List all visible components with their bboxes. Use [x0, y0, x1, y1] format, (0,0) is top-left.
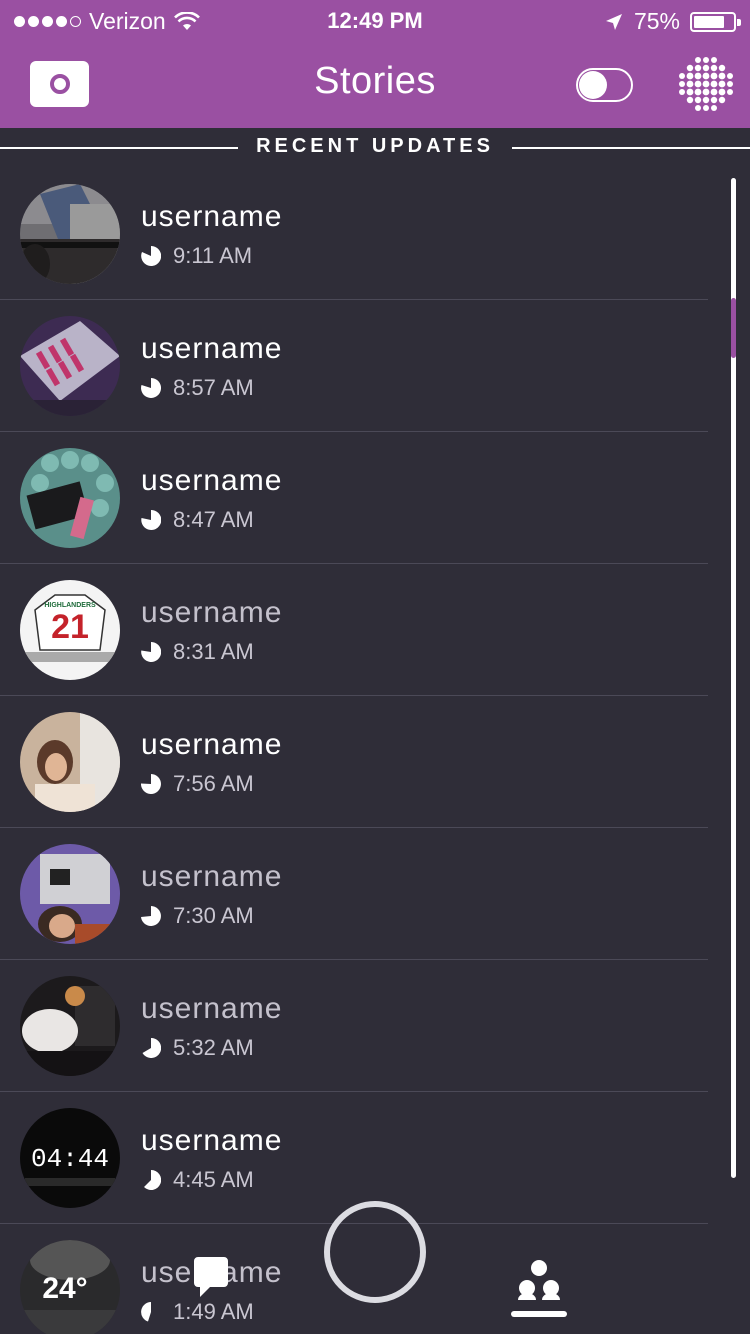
timer-icon [141, 1302, 151, 1322]
story-time-label: 9:11 AM [173, 243, 253, 268]
story-toggle[interactable] [576, 68, 633, 102]
story-time: 8:31 AM [141, 639, 254, 665]
story-time: 5:32 AM [141, 1035, 254, 1061]
timer-icon [141, 642, 161, 662]
story-row[interactable]: HIGHLANDERS 21 username 8:31 AM [0, 564, 708, 696]
nav-bar: Stories [0, 40, 750, 128]
story-row[interactable]: username 8:47 AM [0, 432, 708, 564]
story-thumbnail[interactable] [20, 184, 120, 284]
timer-icon [144, 1170, 161, 1190]
clock-thumb-text: 04:44 [31, 1144, 109, 1174]
timer-icon [141, 906, 161, 926]
story-row[interactable]: username 7:56 AM [0, 696, 708, 828]
story-username: username [141, 464, 283, 497]
timer-icon [141, 510, 161, 530]
friends-icon[interactable] [510, 1256, 568, 1318]
divider-right [512, 147, 750, 149]
story-row[interactable]: username 9:11 AM [0, 168, 708, 300]
chat-icon[interactable] [194, 1257, 228, 1297]
story-username: username [141, 200, 283, 233]
story-time-label: 7:56 AM [173, 771, 254, 796]
story-row[interactable]: username 7:30 AM [0, 828, 708, 960]
story-thumbnail[interactable] [20, 844, 120, 944]
page-title: Stories [314, 60, 436, 102]
capture-button[interactable] [324, 1201, 426, 1303]
story-time-label: 5:32 AM [173, 1035, 254, 1060]
story-username: username [141, 1124, 283, 1157]
story-time: 7:56 AM [141, 771, 254, 797]
story-time: 4:45 AM [141, 1167, 254, 1193]
timer-icon [141, 774, 161, 794]
timer-icon [141, 378, 161, 398]
story-time: 8:57 AM [141, 375, 254, 401]
story-username: username [141, 860, 283, 893]
status-bar: Verizon 12:49 PM 75% [0, 0, 750, 40]
story-thumbnail[interactable] [20, 712, 120, 812]
story-thumbnail[interactable]: 24° [20, 1240, 120, 1334]
story-time-label: 1:49 AM [173, 1299, 254, 1324]
story-thumbnail[interactable] [20, 976, 120, 1076]
story-list: username 9:11 AM username 8:57 AM userna… [0, 168, 708, 1334]
story-thumbnail[interactable]: HIGHLANDERS 21 [20, 580, 120, 680]
location-icon [605, 13, 622, 30]
story-time-label: 8:57 AM [173, 375, 254, 400]
right-status: 75% [604, 8, 741, 35]
timer-icon [141, 246, 161, 266]
story-username: username [141, 332, 283, 365]
story-row[interactable]: username 8:57 AM [0, 300, 708, 432]
story-username: username [141, 992, 283, 1025]
jersey-number-text: 21 [51, 608, 89, 646]
story-time-label: 8:31 AM [173, 639, 254, 664]
timer-icon [142, 1038, 161, 1058]
top-bar: Verizon 12:49 PM 75% Stories [0, 0, 750, 128]
story-thumbnail[interactable] [20, 316, 120, 416]
battery-percent: 75% [633, 8, 680, 34]
story-username: username [141, 596, 283, 629]
story-time-label: 8:47 AM [173, 507, 254, 532]
story-username: username [141, 728, 283, 761]
weather-thumb-text: 24° [42, 1272, 87, 1305]
story-thumbnail[interactable] [20, 448, 120, 548]
story-time: 9:11 AM [141, 243, 252, 269]
story-time: 1:49 AM [141, 1299, 254, 1325]
scrollbar-thumb[interactable] [731, 298, 736, 358]
story-time-label: 7:30 AM [173, 903, 254, 928]
story-thumbnail[interactable]: 04:44 [20, 1108, 120, 1208]
story-time: 7:30 AM [141, 903, 254, 929]
dot-grid-icon[interactable] [674, 52, 738, 116]
section-header: RECENT UPDATES [0, 128, 750, 168]
story-time-label: 4:45 AM [173, 1167, 254, 1192]
story-time: 8:47 AM [141, 507, 254, 533]
story-row[interactable]: username 5:32 AM [0, 960, 708, 1092]
battery-icon [690, 11, 741, 32]
